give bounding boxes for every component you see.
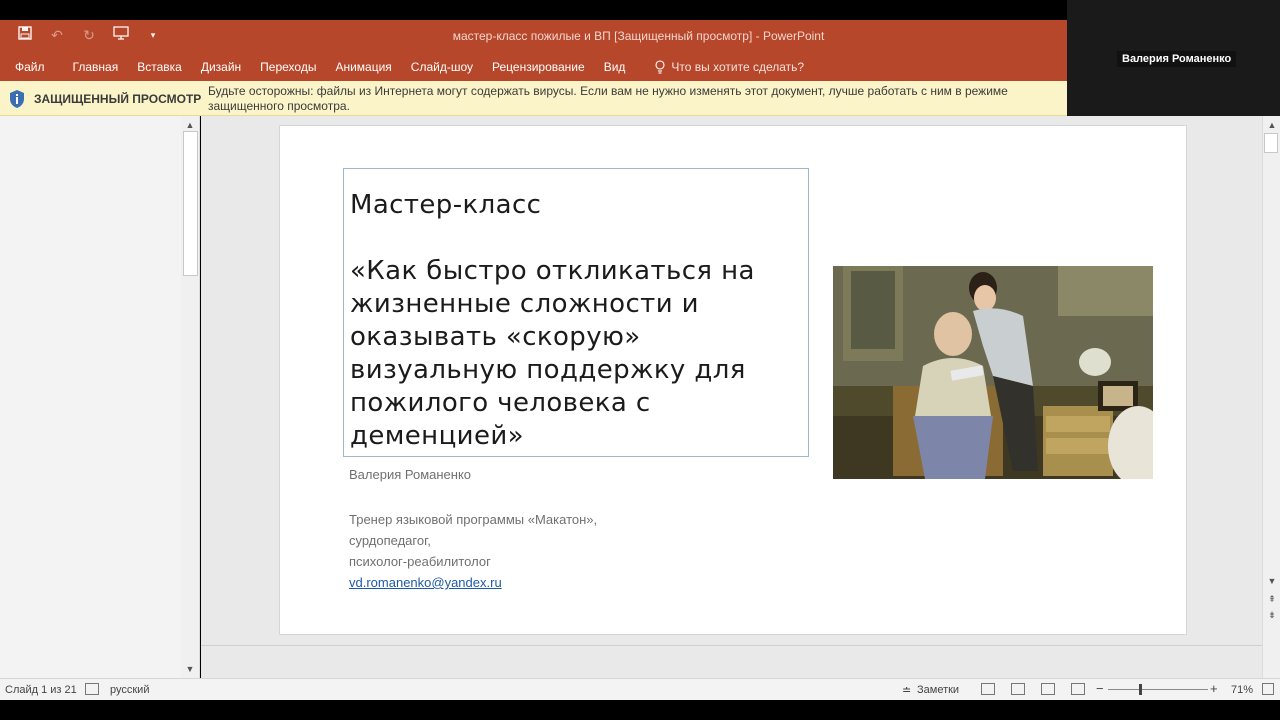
ribbon: Файл Главная Вставка Дизайн Переходы Ани… xyxy=(0,52,1067,81)
thumbnails-pane xyxy=(0,116,200,678)
info-line: психолог-реабилитолог xyxy=(349,554,491,569)
language-status[interactable]: русский xyxy=(110,684,149,696)
reading-view-icon[interactable] xyxy=(1041,683,1055,695)
tab-animations[interactable]: Анимация xyxy=(335,60,391,74)
scroll-up-icon[interactable]: ▲ xyxy=(181,118,199,132)
previous-slide-icon[interactable]: ⇞ xyxy=(1263,592,1280,606)
slide-scrollbar[interactable]: ▲ ▼ ⇞ ⇟ xyxy=(1262,116,1280,678)
slide-author: Валерия Романенко xyxy=(349,467,472,482)
email-link[interactable]: vd.romanenko@yandex.ru xyxy=(349,575,502,590)
notes-icon[interactable]: ≐ xyxy=(902,684,911,697)
info-line: сурдопедагог, xyxy=(349,533,431,548)
bottom-black-strip xyxy=(0,700,1280,720)
tab-transitions[interactable]: Переходы xyxy=(260,60,316,74)
slide-title: Мастер-класс «Как быстро откликаться на … xyxy=(350,190,755,451)
zoom-in-icon[interactable]: + xyxy=(1210,681,1218,696)
status-bar: Слайд 1 из 21 русский ≐ Заметки − + 71% xyxy=(0,678,1280,700)
author-info: Тренер языковой программы «Макатон», сур… xyxy=(349,509,597,593)
tab-slideshow[interactable]: Слайд-шоу xyxy=(411,60,473,74)
tell-me-box[interactable]: Что вы хотите сделать? xyxy=(654,60,804,74)
scroll-down-icon[interactable]: ▼ xyxy=(1263,574,1280,588)
zoom-out-icon[interactable]: − xyxy=(1096,681,1104,696)
slideshow-view-icon[interactable] xyxy=(1071,683,1085,695)
slide[interactable]: Мастер-класс «Как быстро откликаться на … xyxy=(279,125,1187,635)
slide-sorter-icon[interactable] xyxy=(1011,683,1025,695)
protected-view-title: ЗАЩИЩЕННЫЙ ПРОСМОТР xyxy=(34,92,202,106)
tab-file[interactable]: Файл xyxy=(15,60,45,74)
scroll-down-icon[interactable]: ▼ xyxy=(181,662,199,676)
tab-home[interactable]: Главная xyxy=(73,60,119,74)
thumbnails-scroll-thumb[interactable] xyxy=(183,131,198,276)
tab-insert[interactable]: Вставка xyxy=(137,60,182,74)
zoom-slider-track[interactable] xyxy=(1108,689,1208,690)
shield-icon xyxy=(10,90,24,108)
ribbon-tabs: Файл Главная Вставка Дизайн Переходы Ани… xyxy=(0,52,1067,81)
scroll-up-icon[interactable]: ▲ xyxy=(1263,118,1280,132)
title-bar: ↶ ↻ ▾ мастер-класс пожилые и ВП [Защищен… xyxy=(0,20,1067,52)
title-placeholder[interactable]: Мастер-класс «Как быстро откликаться на … xyxy=(343,168,809,457)
tab-review[interactable]: Рецензирование xyxy=(492,60,585,74)
slide-counter[interactable]: Слайд 1 из 21 xyxy=(5,684,77,696)
tell-me-label: Что вы хотите сделать? xyxy=(671,59,805,74)
fit-to-window-icon[interactable] xyxy=(1262,683,1274,695)
notes-divider[interactable] xyxy=(201,645,1262,646)
zoom-slider-thumb[interactable] xyxy=(1139,684,1142,695)
tab-view[interactable]: Вид xyxy=(604,60,626,74)
zoom-level[interactable]: 71% xyxy=(1231,684,1253,696)
lightbulb-icon xyxy=(655,59,665,74)
spelling-icon[interactable] xyxy=(85,683,99,695)
slide-photo[interactable] xyxy=(833,266,1153,479)
protected-view-message: Будьте осторожны: файлы из Интернета мог… xyxy=(208,84,1008,113)
notes-button[interactable]: Заметки xyxy=(917,684,959,696)
tab-design[interactable]: Дизайн xyxy=(201,60,241,74)
info-line: Тренер языковой программы «Макатон», xyxy=(349,512,598,527)
protected-view-bar: ЗАЩИЩЕННЫЙ ПРОСМОТР Будьте осторожны: фа… xyxy=(0,81,1067,116)
next-slide-icon[interactable]: ⇟ xyxy=(1263,608,1280,622)
participant-name: Валерия Романенко xyxy=(1117,51,1237,67)
window-title: мастер-класс пожилые и ВП [Защищенный пр… xyxy=(452,29,825,43)
normal-view-icon[interactable] xyxy=(981,683,995,695)
slide-scroll-thumb[interactable] xyxy=(1264,133,1278,153)
